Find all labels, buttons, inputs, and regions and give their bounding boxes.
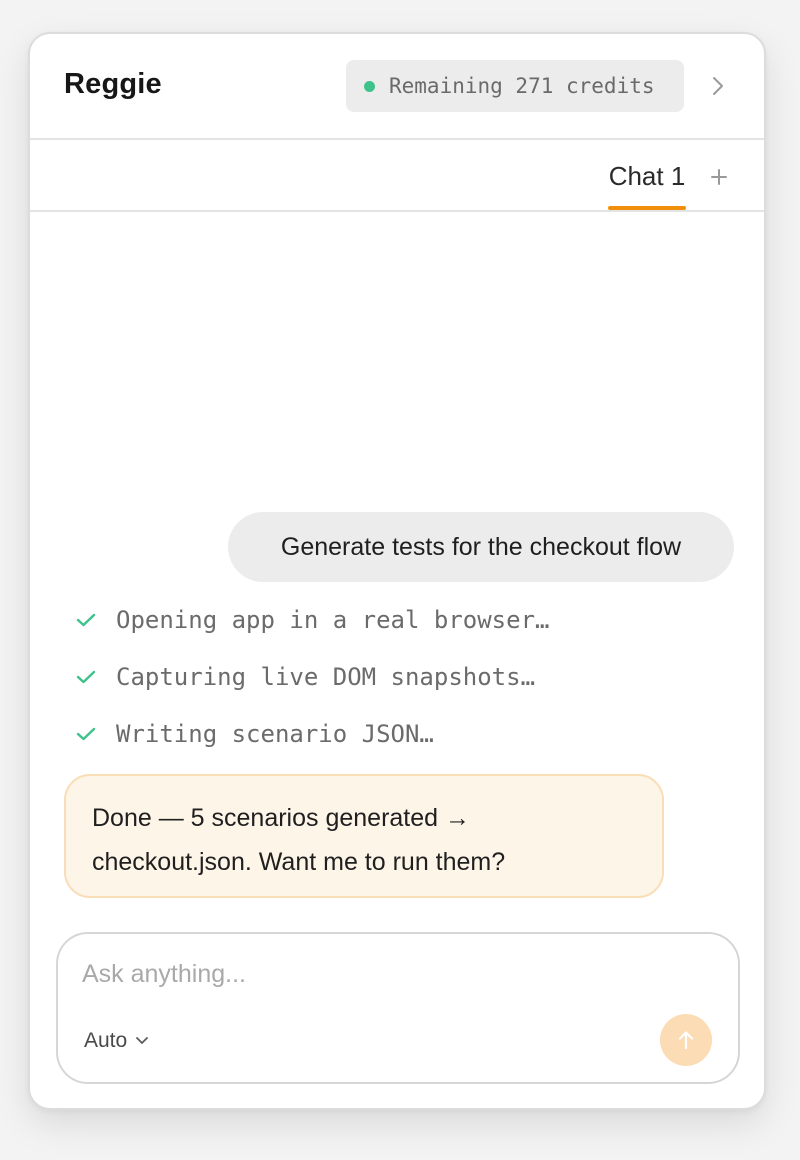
tab-bar: Chat 1 [30,140,764,212]
check-icon [74,608,98,632]
model-selector[interactable]: Auto [84,1026,149,1056]
check-icon [74,722,98,746]
tab-chat-1[interactable]: Chat 1 [608,140,686,210]
assistant-panel: Reggie Remaining 271 credits Chat 1 Gene… [28,32,766,1110]
credits-text: Remaining 271 credits [389,74,655,98]
assistant-message-line: Done — 5 scenarios generated → [92,804,470,832]
app-title: Reggie [64,68,162,100]
chevron-right-icon[interactable] [704,72,732,100]
assistant-message-line: checkout.json. Want me to run them? [92,848,506,876]
status-dot-icon [364,80,375,92]
active-tab-indicator [608,206,686,210]
message-composer: Auto [56,932,740,1084]
step-text: Opening app in a real browser… [116,606,550,634]
assistant-message: Done — 5 scenarios generated → checkout.… [64,774,664,898]
progress-step: Writing scenario JSON… [74,714,434,754]
check-icon [74,665,98,689]
send-button[interactable] [660,1014,712,1066]
progress-step: Capturing live DOM snapshots… [74,657,535,697]
user-message: Generate tests for the checkout flow [228,512,734,582]
step-text: Writing scenario JSON… [116,720,434,748]
plus-icon[interactable] [706,164,732,190]
chevron-down-icon [135,1036,149,1046]
arrow-up-icon [676,1029,696,1051]
step-text: Capturing live DOM snapshots… [116,663,536,691]
model-selector-label: Auto [84,1029,128,1052]
panel-header: Reggie Remaining 271 credits [30,34,764,140]
tab-label: Chat 1 [608,160,686,191]
message-input[interactable] [82,956,682,992]
progress-step: Opening app in a real browser… [74,600,549,640]
credits-badge: Remaining 271 credits [346,60,684,112]
